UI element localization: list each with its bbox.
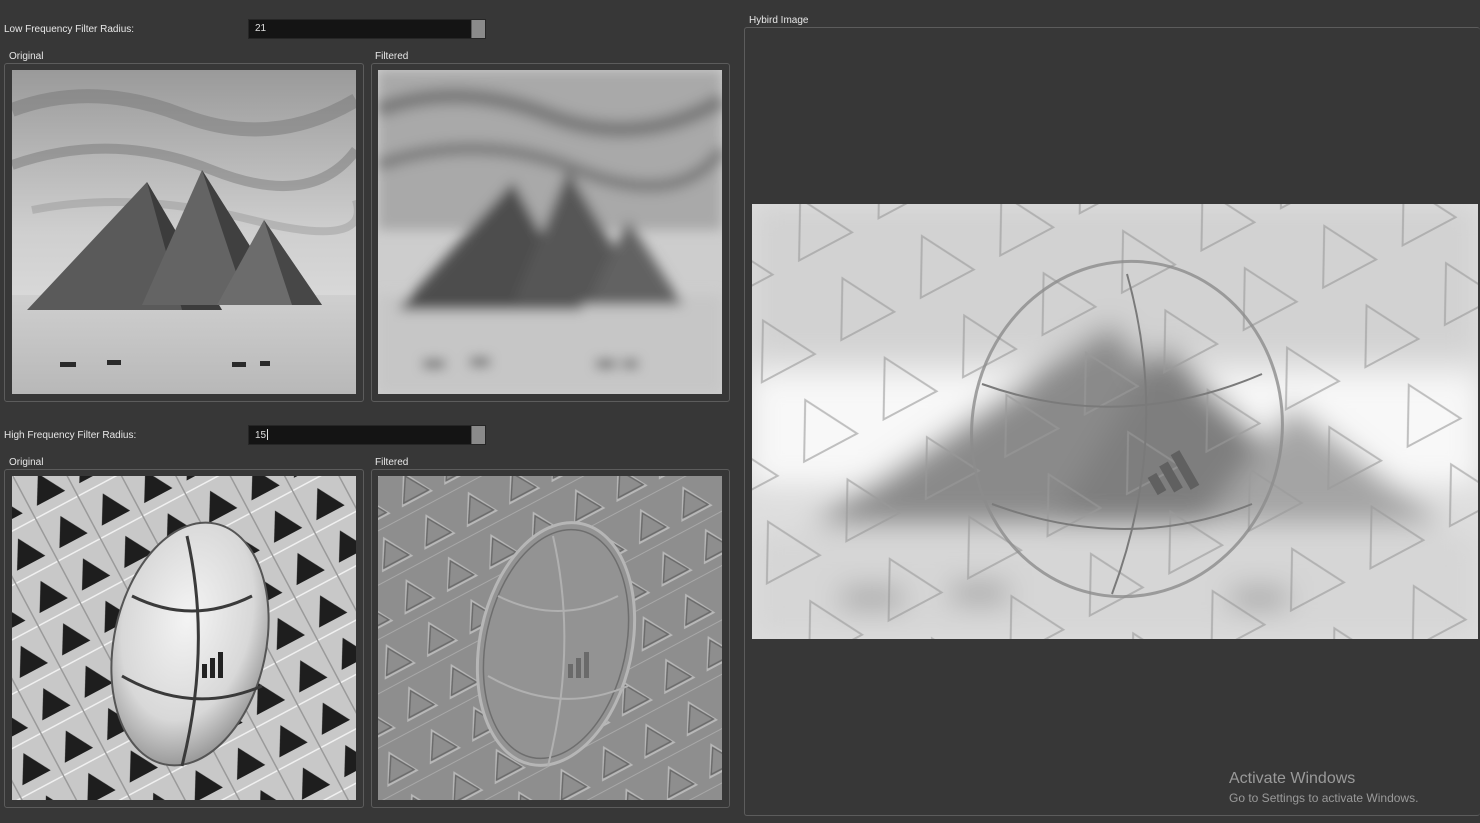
low-frequency-spin-handle[interactable] — [471, 20, 485, 38]
watermark-title: Activate Windows — [1229, 770, 1356, 787]
high-frequency-radius-spinbox[interactable]: 15 — [248, 425, 486, 445]
hybrid-image — [752, 204, 1478, 639]
hybrid-title: Hybird Image — [749, 15, 809, 26]
low-original-title: Original — [9, 51, 44, 62]
ball-highpass-image — [378, 476, 722, 800]
low-filtered-title: Filtered — [375, 51, 409, 62]
high-frequency-radius-label: High Frequency Filter Radius: — [4, 430, 137, 441]
high-original-title: Original — [9, 457, 44, 468]
activate-windows-watermark: Activate Windows Go to Settings to activ… — [1229, 770, 1418, 805]
low-frequency-radius-value[interactable]: 21 — [255, 23, 266, 34]
high-filtered-title: Filtered — [375, 457, 409, 468]
high-frequency-spin-handle[interactable] — [471, 426, 485, 444]
high-frequency-radius-value[interactable]: 15 — [255, 429, 269, 441]
text-cursor — [267, 429, 269, 440]
ball-original-image — [12, 476, 356, 800]
low-frequency-radius-spinbox[interactable]: 21 — [248, 19, 486, 39]
watermark-subtitle: Go to Settings to activate Windows. — [1229, 791, 1419, 805]
pyramids-original-image — [12, 70, 356, 394]
low-frequency-radius-label: Low Frequency Filter Radius: — [4, 24, 135, 35]
pyramids-lowpass-image — [378, 70, 722, 394]
